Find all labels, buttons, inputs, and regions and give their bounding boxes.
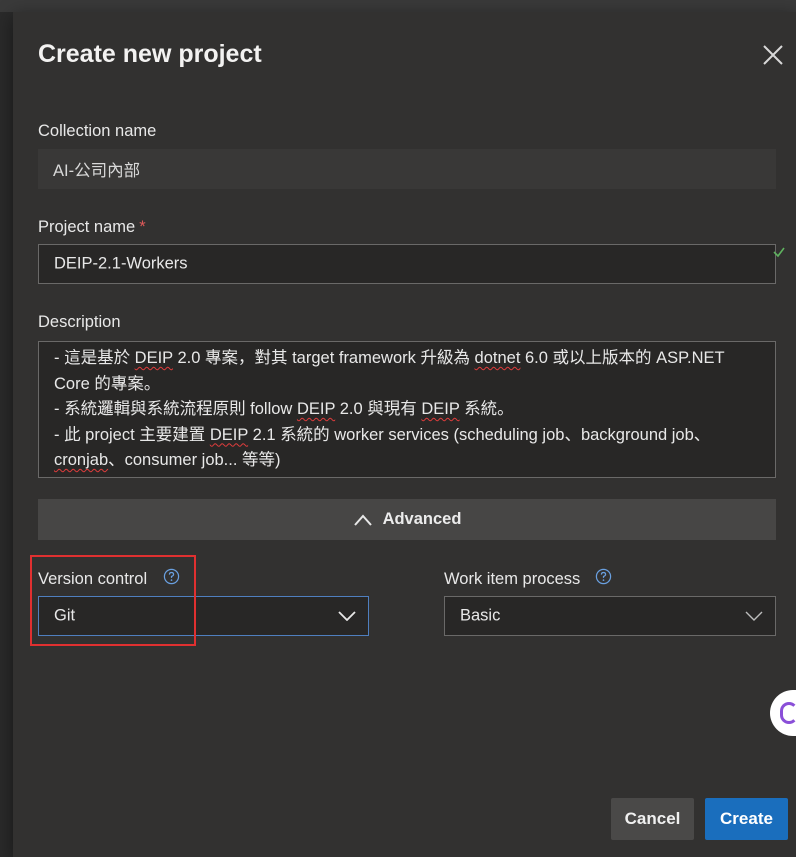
help-icon[interactable] [595,568,612,585]
description-label: Description [38,313,121,331]
misspelled-word: cronjab [54,451,109,469]
project-name-input[interactable]: DEIP-2.1-Workers [38,244,776,284]
checkmark-icon [773,247,785,258]
description-text: 2.0 專案，對其 target framework 升級為 [172,349,475,367]
advanced-label: Advanced [382,510,462,528]
chevron-down-icon [745,611,763,621]
description-line: Core 的專案。 [54,372,763,398]
description-text: 系統。 [459,400,514,418]
work-item-process-select[interactable]: Basic [444,596,776,636]
description-text: 2.0 與現有 [335,400,422,418]
dialog-title: Create new project [38,40,262,68]
work-item-process-value: Basic [460,606,501,625]
description-text: - 這是基於 [54,349,135,367]
misspelled-word: DEIP [296,400,336,418]
description-textarea[interactable]: - 這是基於 DEIP 2.0 專案，對其 target framework 升… [38,341,776,478]
collection-name-field: AI-公司內部 [38,149,776,189]
description-text: Core 的專案。 [54,374,161,393]
backdrop-top-bar [0,0,796,12]
description-text: 、consumer job... 等等) [108,451,281,469]
project-name-value: DEIP-2.1-Workers [54,254,188,273]
chevron-up-icon [353,513,372,526]
description-text: 6.0 或以上版本的 ASP.NET [520,349,725,367]
description-line: cronjab、consumer job... 等等) [54,448,763,474]
description-text: - 系統邏輯與系統流程原則 follow [54,400,297,418]
close-icon [763,45,783,65]
misspelled-word: DEIP [134,349,173,367]
assistant-icon [780,702,796,724]
description-text: 2.1 系統的 worker services (scheduling job、… [248,425,711,444]
collection-name-label: Collection name [38,122,157,140]
description-line: - 這是基於 DEIP 2.0 專案，對其 target framework 升… [54,346,763,372]
chevron-down-icon [338,611,356,621]
collection-name-value: AI-公司內部 [53,162,141,180]
work-item-process-label: Work item process [444,570,581,588]
cancel-button[interactable]: Cancel [611,798,694,840]
description-line: - 系統邏輯與系統流程原則 follow DEIP 2.0 與現有 DEIP 系… [54,397,763,423]
close-button[interactable] [761,43,785,67]
project-name-label: Project name * [38,218,146,237]
misspelled-word: DEIP [209,425,249,444]
annotation-highlight-box [30,555,196,646]
create-button[interactable]: Create [705,798,788,840]
description-text: - 此 project 主要建置 [54,425,210,444]
project-name-label-text: Project name [38,218,136,236]
misspelled-word: DEIP [421,400,460,418]
create-project-dialog: Create new project Collection name AI-公司… [13,12,796,857]
description-line: - 此 project 主要建置 DEIP 2.1 系統的 worker ser… [54,423,763,449]
required-asterisk: * [139,218,146,236]
advanced-toggle-button[interactable]: Advanced [38,499,776,540]
misspelled-word: dotnet [474,349,521,367]
